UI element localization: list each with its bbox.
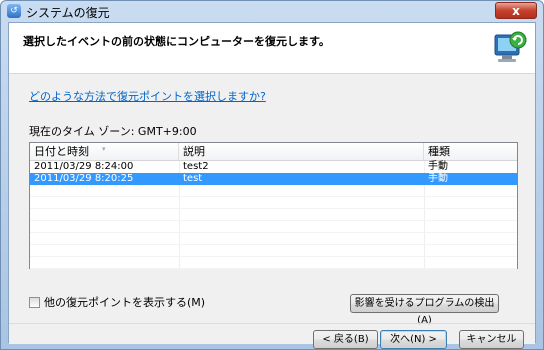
empty-row: [30, 221, 517, 233]
timezone-label: 現在のタイム ゾーン: GMT+9:00: [29, 125, 197, 138]
empty-row: [30, 233, 517, 245]
table-row[interactable]: 2011/03/29 8:24:00 test2 手動: [30, 161, 517, 173]
sort-caret-icon: ▾: [102, 145, 106, 153]
row-datetime: 2011/03/29 8:24:00: [34, 161, 134, 172]
system-restore-icon: ↺: [7, 4, 21, 18]
show-more-restore-points[interactable]: 他の復元ポイントを表示する(M): [29, 296, 205, 310]
dialog-client-area: 選択したイベントの前の状態にコンピューターを復元します。 どのような方法で復元ポ…: [8, 22, 536, 349]
list-rows: 2011/03/29 8:24:00 test2 手動 2011/03/29 8…: [30, 161, 517, 269]
column-header-description-label: 説明: [183, 145, 205, 158]
show-more-label: 他の復元ポイントを表示する(M): [44, 296, 206, 309]
row-type: 手動: [428, 173, 448, 184]
column-header-datetime-label: 日付と時刻: [34, 145, 89, 158]
header-instruction: 選択したイベントの前の状態にコンピューターを復元します。: [23, 35, 330, 48]
close-button[interactable]: x: [495, 2, 537, 19]
column-header-description[interactable]: 説明: [179, 143, 424, 160]
table-row-selected[interactable]: 2011/03/29 8:20:25 test 手動: [30, 173, 517, 185]
restore-points-list[interactable]: 日付と時刻 ▾ 説明 種類 2011/03/29 8:24:00 test2 手…: [29, 142, 518, 269]
next-button[interactable]: 次へ(N) >: [380, 330, 447, 349]
row-description: test: [183, 173, 203, 184]
empty-row: [30, 185, 517, 197]
back-button[interactable]: < 戻る(B): [313, 330, 378, 349]
column-header-type-label: 種類: [428, 145, 450, 158]
dialog-header: 選択したイベントの前の状態にコンピューターを復元します。: [9, 23, 535, 73]
help-link[interactable]: どのような方法で復元ポイントを選択しますか?: [29, 88, 266, 104]
show-more-checkbox[interactable]: [29, 297, 40, 308]
column-header-type[interactable]: 種類: [424, 143, 517, 160]
window-title: システムの復元: [26, 6, 110, 20]
empty-row: [30, 209, 517, 221]
empty-row: [30, 245, 517, 257]
title-bar[interactable]: ↺ システムの復元 x: [1, 1, 543, 22]
row-description: test2: [183, 161, 209, 172]
empty-row: [30, 197, 517, 209]
computer-restore-icon: [494, 31, 527, 62]
row-datetime: 2011/03/29 8:20:25: [34, 173, 134, 184]
list-header: 日付と時刻 ▾ 説明 種類: [30, 143, 517, 161]
dialog-body: どのような方法で復元ポイントを選択しますか? 現在のタイム ゾーン: GMT+9…: [9, 74, 535, 349]
cancel-button[interactable]: キャンセル: [459, 330, 524, 349]
scan-affected-programs-button[interactable]: 影響を受けるプログラムの検出(A): [350, 294, 499, 326]
column-header-datetime[interactable]: 日付と時刻 ▾: [30, 143, 179, 160]
empty-row: [30, 257, 517, 269]
row-type: 手動: [428, 161, 448, 172]
footer-separator: [9, 323, 535, 324]
system-restore-window: ↺ システムの復元 x 選択したイベントの前の状態にコンピューターを復元します。…: [0, 0, 544, 350]
